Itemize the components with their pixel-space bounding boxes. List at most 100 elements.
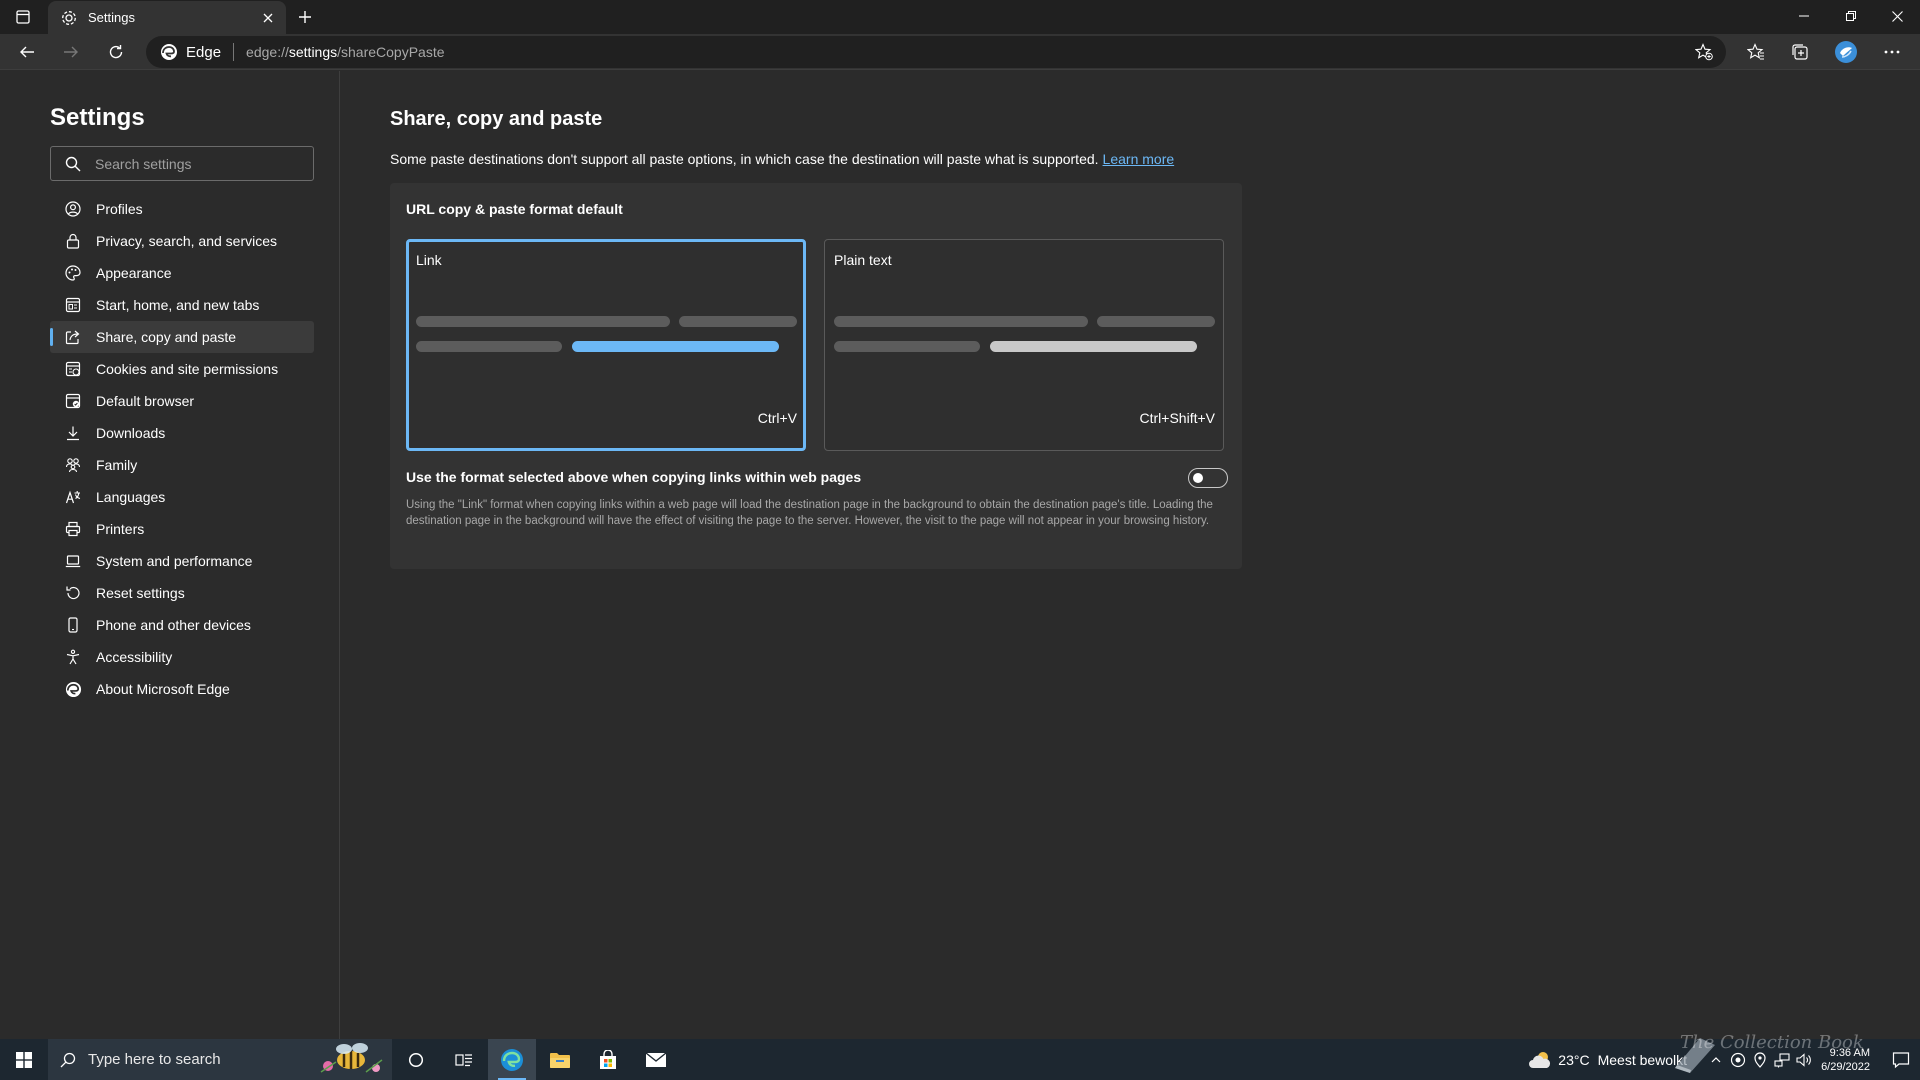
folder-icon (550, 1052, 570, 1068)
back-button[interactable] (9, 36, 45, 68)
taskbar-clock[interactable]: 9:36 AM 6/29/2022 (1821, 1046, 1870, 1074)
sidebar-item-accessibility[interactable]: Accessibility (50, 641, 314, 673)
sidebar-item-about-edge[interactable]: About Microsoft Edge (50, 673, 314, 705)
weather-widget[interactable]: 23°C Meest bewolkt (1528, 1050, 1687, 1070)
url-scheme: edge:// (246, 44, 289, 60)
window-close-button[interactable] (1874, 0, 1920, 32)
meet-now-icon (1730, 1052, 1746, 1067)
sidebar-item-cookies[interactable]: Cookies and site permissions (50, 353, 314, 385)
refresh-button[interactable] (98, 36, 134, 68)
mail-icon (645, 1051, 667, 1067)
printer-icon (64, 520, 82, 538)
sidebar-item-languages[interactable]: Languages (50, 481, 314, 513)
sidebar-item-label: About Microsoft Edge (96, 681, 230, 697)
forward-button[interactable] (53, 36, 89, 68)
address-separator (233, 43, 235, 61)
sidebar-item-appearance[interactable]: Appearance (50, 257, 314, 289)
browser-tab[interactable]: Settings (48, 1, 286, 34)
task-view-button[interactable] (440, 1039, 488, 1080)
sidebar-item-label: Languages (96, 489, 166, 505)
sidebar-item-default-browser[interactable]: Default browser (50, 385, 314, 417)
action-center-button[interactable] (1882, 1039, 1920, 1080)
favorites-icon (1747, 43, 1764, 60)
collections-icon (1792, 44, 1808, 60)
url-text[interactable]: edge://settings/shareCopyPaste (246, 44, 444, 60)
restore-button[interactable] (1828, 0, 1874, 32)
accessibility-icon (64, 648, 82, 666)
sidebar-item-label: Phone and other devices (96, 617, 251, 633)
description-text: Some paste destinations don't support al… (390, 151, 1099, 167)
taskbar-file-explorer[interactable] (536, 1039, 584, 1080)
sidebar-item-privacy[interactable]: Privacy, search, and services (50, 225, 314, 257)
location-icon (1754, 1051, 1766, 1068)
sidebar-item-family[interactable]: Family (50, 449, 314, 481)
page-title: Share, copy and paste (390, 108, 603, 130)
taskbar-mail[interactable] (632, 1039, 680, 1080)
sidebar-item-share-copy-paste[interactable]: Share, copy and paste (50, 321, 314, 353)
taskbar-search-box[interactable]: Type here to search (48, 1039, 392, 1080)
link-format-option[interactable]: Link Ctrl+V (406, 239, 806, 451)
sidebar-item-downloads[interactable]: Downloads (50, 417, 314, 449)
minimize-icon (1799, 15, 1809, 17)
add-favorite-button[interactable] (1692, 40, 1716, 64)
tab-actions-button[interactable] (6, 3, 40, 31)
preview-bar (834, 316, 1088, 327)
tab-actions-icon (16, 10, 30, 24)
taskbar-edge[interactable] (488, 1039, 536, 1080)
tray-volume-button[interactable] (1793, 1039, 1815, 1080)
card-heading: URL copy & paste format default (406, 201, 623, 217)
address-bar[interactable]: Edge edge://settings/shareCopyPaste (146, 36, 1726, 68)
search-settings-box[interactable] (50, 146, 314, 181)
more-options-button[interactable] (1874, 36, 1910, 68)
edge-logo-icon (64, 680, 82, 698)
collections-button[interactable] (1782, 36, 1818, 68)
search-highlight-illustration (320, 1043, 383, 1073)
show-hidden-icons-button[interactable] (1705, 1039, 1727, 1080)
gear-icon (62, 10, 76, 25)
toggle-help-text: Using the "Link" format when copying lin… (406, 499, 1213, 527)
toolbar: Edge edge://settings/shareCopyPaste (0, 34, 1920, 70)
plain-text-format-option[interactable]: Plain text Ctrl+Shift+V (824, 239, 1224, 451)
search-icon (60, 1052, 76, 1067)
new-tab-button[interactable] (290, 3, 320, 31)
chevron-up-icon (1711, 1056, 1721, 1062)
tab-close-button[interactable] (254, 4, 282, 32)
preview-text-bar (990, 341, 1197, 352)
cookies-icon (64, 360, 82, 378)
cortana-button[interactable] (392, 1039, 440, 1080)
edge-logo-icon (161, 44, 177, 60)
sidebar-item-phone-devices[interactable]: Phone and other devices (50, 609, 314, 641)
sidebar-title: Settings (50, 104, 145, 131)
volume-icon (1796, 1052, 1811, 1067)
taskbar-store[interactable] (584, 1039, 632, 1080)
plus-icon (299, 11, 311, 23)
preview-link-bar (572, 341, 779, 352)
start-button[interactable] (0, 1039, 48, 1080)
toggle-knob (1193, 473, 1203, 483)
share-icon (64, 328, 82, 346)
sidebar-item-start-home[interactable]: Start, home, and new tabs (50, 289, 314, 321)
sidebar-item-profiles[interactable]: Profiles (50, 193, 314, 225)
site-identity[interactable]: Edge (146, 43, 221, 61)
sidebar-item-label: Privacy, search, and services (96, 233, 278, 249)
minimize-button[interactable] (1781, 0, 1827, 32)
restore-icon (1846, 11, 1856, 21)
favorites-button[interactable] (1738, 36, 1774, 68)
network-icon (1774, 1052, 1790, 1067)
sidebar-item-reset-settings[interactable]: Reset settings (50, 577, 314, 609)
tray-location-button[interactable] (1749, 1039, 1771, 1080)
phone-icon (64, 616, 82, 634)
sidebar-item-label: Profiles (96, 201, 143, 217)
profile-button[interactable] (1828, 36, 1864, 68)
search-icon (65, 156, 81, 171)
sidebar-item-system-performance[interactable]: System and performance (50, 545, 314, 577)
preview-bar (1097, 316, 1215, 327)
sidebar-item-label: Printers (96, 521, 145, 537)
search-settings-input[interactable] (95, 155, 295, 172)
tray-meet-now-button[interactable] (1727, 1039, 1749, 1080)
tray-network-button[interactable] (1771, 1039, 1793, 1080)
learn-more-link[interactable]: Learn more (1103, 151, 1175, 167)
title-bar: Settings (0, 0, 1920, 34)
copy-links-format-toggle[interactable] (1188, 468, 1228, 488)
sidebar-item-printers[interactable]: Printers (50, 513, 314, 545)
